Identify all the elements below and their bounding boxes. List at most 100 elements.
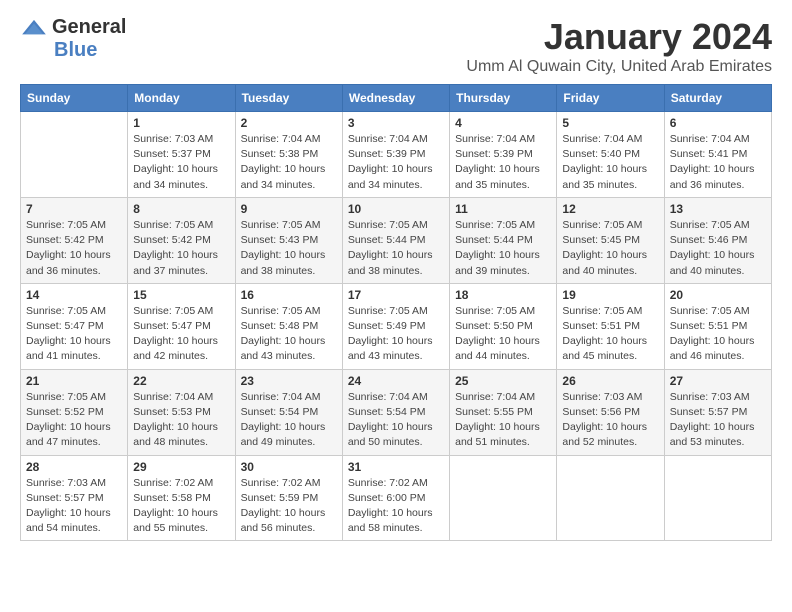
day-info: Sunrise: 7:04 AM Sunset: 5:54 PM Dayligh…: [241, 390, 337, 451]
calendar-cell: 7 Sunrise: 7:05 AM Sunset: 5:42 PM Daylig…: [21, 197, 128, 283]
calendar-cell: [664, 455, 771, 541]
week-row-1: 1 Sunrise: 7:03 AM Sunset: 5:37 PM Daylig…: [21, 112, 772, 198]
day-number: 21: [26, 374, 122, 388]
calendar-cell: 29 Sunrise: 7:02 AM Sunset: 5:58 PM Dayli…: [128, 455, 235, 541]
day-number: 12: [562, 202, 658, 216]
day-info: Sunrise: 7:04 AM Sunset: 5:41 PM Dayligh…: [670, 132, 766, 193]
day-info: Sunrise: 7:04 AM Sunset: 5:55 PM Dayligh…: [455, 390, 551, 451]
calendar-cell: 12 Sunrise: 7:05 AM Sunset: 5:45 PM Dayli…: [557, 197, 664, 283]
day-number: 30: [241, 460, 337, 474]
day-info: Sunrise: 7:05 AM Sunset: 5:44 PM Dayligh…: [455, 218, 551, 279]
day-number: 1: [133, 116, 229, 130]
day-info: Sunrise: 7:04 AM Sunset: 5:38 PM Dayligh…: [241, 132, 337, 193]
calendar-cell: 23 Sunrise: 7:04 AM Sunset: 5:54 PM Dayli…: [235, 369, 342, 455]
day-number: 13: [670, 202, 766, 216]
calendar-cell: 9 Sunrise: 7:05 AM Sunset: 5:43 PM Daylig…: [235, 197, 342, 283]
calendar-cell: 14Sunrise: 7:05 AM Sunset: 5:47 PM Dayli…: [21, 283, 128, 369]
calendar-cell: [557, 455, 664, 541]
day-number: 23: [241, 374, 337, 388]
day-info: Sunrise: 7:05 AM Sunset: 5:45 PM Dayligh…: [562, 218, 658, 279]
calendar-cell: [450, 455, 557, 541]
calendar-cell: 26Sunrise: 7:03 AM Sunset: 5:56 PM Dayli…: [557, 369, 664, 455]
logo-general: General: [52, 16, 126, 39]
week-row-2: 7 Sunrise: 7:05 AM Sunset: 5:42 PM Daylig…: [21, 197, 772, 283]
day-number: 3: [348, 116, 444, 130]
day-header-saturday: Saturday: [664, 85, 771, 112]
calendar-cell: 15Sunrise: 7:05 AM Sunset: 5:47 PM Dayli…: [128, 283, 235, 369]
day-header-tuesday: Tuesday: [235, 85, 342, 112]
calendar-cell: 27 Sunrise: 7:03 AM Sunset: 5:57 PM Dayli…: [664, 369, 771, 455]
logo-icon: [20, 18, 48, 38]
day-info: Sunrise: 7:04 AM Sunset: 5:39 PM Dayligh…: [348, 132, 444, 193]
day-header-friday: Friday: [557, 85, 664, 112]
day-number: 31: [348, 460, 444, 474]
day-info: Sunrise: 7:04 AM Sunset: 5:40 PM Dayligh…: [562, 132, 658, 193]
day-info: Sunrise: 7:04 AM Sunset: 5:53 PM Dayligh…: [133, 390, 229, 451]
day-number: 19: [562, 288, 658, 302]
day-number: 2: [241, 116, 337, 130]
calendar-cell: 19 Sunrise: 7:05 AM Sunset: 5:51 PM Dayli…: [557, 283, 664, 369]
day-number: 4: [455, 116, 551, 130]
calendar-cell: 3 Sunrise: 7:04 AM Sunset: 5:39 PM Daylig…: [342, 112, 449, 198]
day-header-wednesday: Wednesday: [342, 85, 449, 112]
calendar-cell: 8 Sunrise: 7:05 AM Sunset: 5:42 PM Daylig…: [128, 197, 235, 283]
calendar-cell: 13Sunrise: 7:05 AM Sunset: 5:46 PM Dayli…: [664, 197, 771, 283]
title-section: January 2024 Umm Al Quwain City, United …: [466, 16, 772, 76]
day-info: Sunrise: 7:03 AM Sunset: 5:37 PM Dayligh…: [133, 132, 229, 193]
calendar-cell: 24Sunrise: 7:04 AM Sunset: 5:54 PM Dayli…: [342, 369, 449, 455]
day-info: Sunrise: 7:03 AM Sunset: 5:57 PM Dayligh…: [670, 390, 766, 451]
calendar-header-row: SundayMondayTuesdayWednesdayThursdayFrid…: [21, 85, 772, 112]
day-number: 27: [670, 374, 766, 388]
week-row-4: 21 Sunrise: 7:05 AM Sunset: 5:52 PM Dayli…: [21, 369, 772, 455]
calendar-cell: 2 Sunrise: 7:04 AM Sunset: 5:38 PM Daylig…: [235, 112, 342, 198]
day-number: 17: [348, 288, 444, 302]
day-info: Sunrise: 7:05 AM Sunset: 5:49 PM Dayligh…: [348, 304, 444, 365]
calendar-cell: 20Sunrise: 7:05 AM Sunset: 5:51 PM Dayli…: [664, 283, 771, 369]
calendar-cell: 18Sunrise: 7:05 AM Sunset: 5:50 PM Dayli…: [450, 283, 557, 369]
day-info: Sunrise: 7:03 AM Sunset: 5:57 PM Dayligh…: [26, 476, 122, 537]
day-info: Sunrise: 7:05 AM Sunset: 5:44 PM Dayligh…: [348, 218, 444, 279]
calendar-cell: 11 Sunrise: 7:05 AM Sunset: 5:44 PM Dayli…: [450, 197, 557, 283]
day-info: Sunrise: 7:02 AM Sunset: 5:59 PM Dayligh…: [241, 476, 337, 537]
day-info: Sunrise: 7:05 AM Sunset: 5:51 PM Dayligh…: [562, 304, 658, 365]
day-number: 9: [241, 202, 337, 216]
day-number: 10: [348, 202, 444, 216]
day-header-monday: Monday: [128, 85, 235, 112]
day-header-thursday: Thursday: [450, 85, 557, 112]
calendar-cell: 30 Sunrise: 7:02 AM Sunset: 5:59 PM Dayli…: [235, 455, 342, 541]
day-info: Sunrise: 7:05 AM Sunset: 5:52 PM Dayligh…: [26, 390, 122, 451]
day-number: 11: [455, 202, 551, 216]
calendar-cell: 4 Sunrise: 7:04 AM Sunset: 5:39 PM Daylig…: [450, 112, 557, 198]
day-number: 5: [562, 116, 658, 130]
page-header: General Blue January 2024 Umm Al Quwain …: [20, 16, 772, 76]
week-row-3: 14Sunrise: 7:05 AM Sunset: 5:47 PM Dayli…: [21, 283, 772, 369]
day-number: 8: [133, 202, 229, 216]
day-info: Sunrise: 7:05 AM Sunset: 5:42 PM Dayligh…: [26, 218, 122, 279]
day-number: 24: [348, 374, 444, 388]
day-number: 16: [241, 288, 337, 302]
subtitle: Umm Al Quwain City, United Arab Emirates: [466, 58, 772, 76]
day-number: 22: [133, 374, 229, 388]
day-info: Sunrise: 7:05 AM Sunset: 5:47 PM Dayligh…: [133, 304, 229, 365]
day-number: 7: [26, 202, 122, 216]
day-header-sunday: Sunday: [21, 85, 128, 112]
calendar-cell: 28 Sunrise: 7:03 AM Sunset: 5:57 PM Dayli…: [21, 455, 128, 541]
calendar-cell: 17 Sunrise: 7:05 AM Sunset: 5:49 PM Dayli…: [342, 283, 449, 369]
day-info: Sunrise: 7:02 AM Sunset: 5:58 PM Dayligh…: [133, 476, 229, 537]
day-number: 28: [26, 460, 122, 474]
day-info: Sunrise: 7:05 AM Sunset: 5:43 PM Dayligh…: [241, 218, 337, 279]
day-info: Sunrise: 7:05 AM Sunset: 5:51 PM Dayligh…: [670, 304, 766, 365]
calendar-cell: 1 Sunrise: 7:03 AM Sunset: 5:37 PM Daylig…: [128, 112, 235, 198]
calendar-cell: 10 Sunrise: 7:05 AM Sunset: 5:44 PM Dayli…: [342, 197, 449, 283]
day-info: Sunrise: 7:05 AM Sunset: 5:47 PM Dayligh…: [26, 304, 122, 365]
month-title: January 2024: [466, 16, 772, 58]
day-info: Sunrise: 7:05 AM Sunset: 5:42 PM Dayligh…: [133, 218, 229, 279]
calendar-body: 1 Sunrise: 7:03 AM Sunset: 5:37 PM Daylig…: [21, 112, 772, 541]
day-info: Sunrise: 7:04 AM Sunset: 5:39 PM Dayligh…: [455, 132, 551, 193]
logo-blue: Blue: [54, 39, 97, 62]
week-row-5: 28 Sunrise: 7:03 AM Sunset: 5:57 PM Dayli…: [21, 455, 772, 541]
day-info: Sunrise: 7:05 AM Sunset: 5:50 PM Dayligh…: [455, 304, 551, 365]
calendar-cell: 21 Sunrise: 7:05 AM Sunset: 5:52 PM Dayli…: [21, 369, 128, 455]
day-number: 29: [133, 460, 229, 474]
calendar-cell: 5 Sunrise: 7:04 AM Sunset: 5:40 PM Daylig…: [557, 112, 664, 198]
